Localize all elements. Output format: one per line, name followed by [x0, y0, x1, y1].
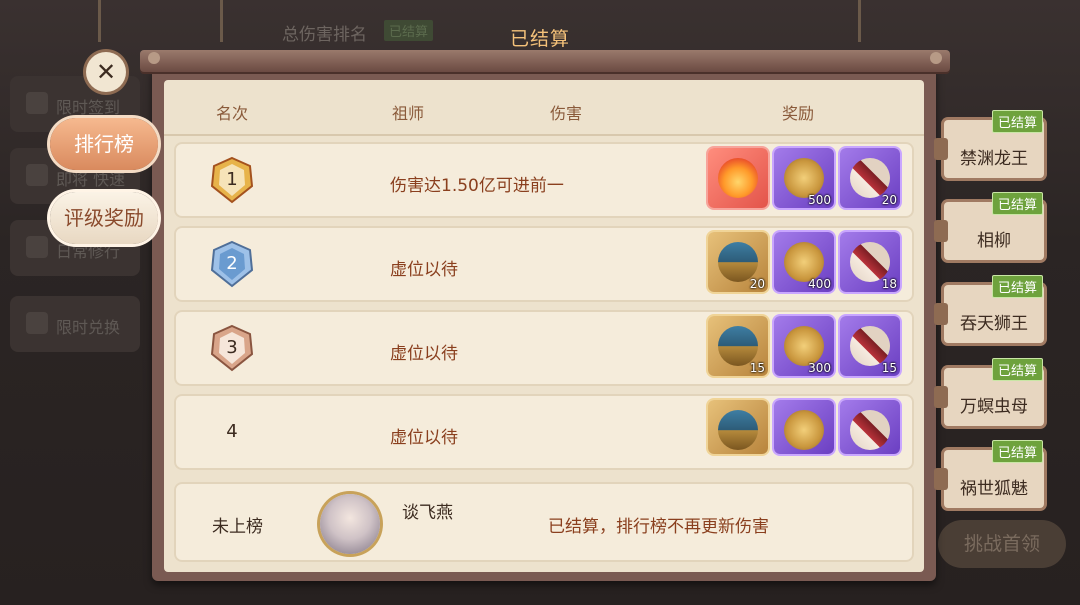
ranking-table: 名次 祖师 伤害 奖励 1 伤害达1.50亿可进前一 500 20 2 虚位以待…: [164, 80, 924, 572]
chest-icon: [718, 326, 758, 366]
boss-tab[interactable]: 已结算相柳: [934, 192, 1044, 260]
rope-decoration: [220, 0, 223, 42]
rope-decoration: [858, 0, 861, 42]
table-row: 2 虚位以待 20 400 18: [174, 226, 914, 302]
my-rank-row: 未上榜 谈飞燕 已结算，排行榜不再更新伤害: [174, 482, 914, 562]
settled-badge: 已结算: [992, 192, 1044, 215]
boss-name: 吞天狮王: [960, 314, 1028, 334]
boss-name: 祸世狐魅: [960, 479, 1028, 499]
reward-item[interactable]: 20: [708, 232, 768, 292]
my-rank: 未上榜: [212, 517, 263, 537]
reward-item[interactable]: 400: [774, 232, 834, 292]
token-icon: [784, 326, 824, 366]
settled-note: 已结算，排行榜不再更新伤害: [548, 517, 769, 537]
reward-item[interactable]: 500: [774, 148, 834, 208]
rank-medal-gold: 1: [204, 152, 260, 208]
table-row: 1 伤害达1.50亿可进前一 500 20: [174, 142, 914, 218]
bg-title: 总伤害排名: [282, 25, 367, 45]
bg-menu-item: 限时兑换: [10, 296, 140, 352]
table-row: 4 虚位以待: [174, 394, 914, 470]
rope-decoration: [98, 0, 101, 42]
row-damage-desc: 虚位以待: [390, 428, 458, 448]
header-damage: 伤害: [550, 104, 583, 123]
bg-title-badge: 已结算: [384, 20, 434, 41]
bg-menu-icon: [26, 236, 48, 258]
reward-item[interactable]: [840, 400, 900, 454]
reward-item[interactable]: 15: [708, 316, 768, 376]
chest-icon: [718, 410, 758, 450]
rank-number: 3: [226, 337, 238, 358]
token-icon: [784, 158, 824, 198]
bg-menu-icon: [26, 92, 48, 114]
boss-tab[interactable]: 已结算祸世狐魅: [934, 440, 1044, 508]
rank-medal-bronze: 3: [204, 320, 260, 376]
reward-item[interactable]: [708, 148, 768, 208]
rank-number: 4: [226, 421, 238, 442]
rank-number: 1: [226, 169, 238, 190]
flame-icon: [718, 158, 758, 198]
scroll-icon: [850, 158, 890, 198]
bg-menu-icon: [26, 164, 48, 186]
row-damage-desc: 虚位以待: [390, 260, 458, 280]
header-master: 祖师: [392, 104, 425, 123]
tab-rating-rewards[interactable]: 评级奖励: [50, 192, 158, 244]
reward-item[interactable]: [774, 400, 834, 454]
reward-item[interactable]: 15: [840, 316, 900, 376]
scroll-icon: [850, 326, 890, 366]
row-damage-desc: 虚位以待: [390, 344, 458, 364]
close-button[interactable]: ✕: [86, 52, 126, 92]
chest-icon: [718, 242, 758, 282]
reward-item[interactable]: 300: [774, 316, 834, 376]
boss-tab[interactable]: 已结算万螟虫母: [934, 358, 1044, 426]
boss-name: 万螟虫母: [960, 397, 1028, 417]
row-damage-desc: 伤害达1.50亿可进前一: [390, 176, 564, 196]
rank-medal-silver: 2: [204, 236, 260, 292]
tab-ranking[interactable]: 排行榜: [50, 118, 158, 170]
token-icon: [784, 410, 824, 450]
rank-plain: 4: [204, 404, 260, 460]
token-icon: [784, 242, 824, 282]
table-row: 3 虚位以待 15 300 15: [174, 310, 914, 386]
header-rank: 名次: [216, 104, 249, 123]
header-reward: 奖励: [782, 104, 815, 123]
scroll-icon: [850, 410, 890, 450]
table-header: 名次 祖师 伤害 奖励: [164, 80, 924, 136]
reward-item[interactable]: 20: [840, 148, 900, 208]
settled-badge: 已结算: [992, 110, 1044, 133]
panel-title: 已结算: [509, 28, 570, 50]
boss-tab[interactable]: 已结算吞天狮王: [934, 275, 1044, 343]
avatar[interactable]: [320, 494, 380, 554]
boss-name: 相柳: [977, 231, 1011, 251]
rank-number: 2: [226, 253, 238, 274]
boss-tab[interactable]: 已结算禁渊龙王: [934, 110, 1044, 178]
scroll-icon: [850, 242, 890, 282]
my-name: 谈飞燕: [402, 503, 453, 523]
settled-badge: 已结算: [992, 440, 1044, 463]
settled-badge: 已结算: [992, 275, 1044, 298]
challenge-boss-button: 挑战首领: [938, 520, 1066, 568]
boss-name: 禁渊龙王: [960, 149, 1028, 169]
settled-badge: 已结算: [992, 358, 1044, 381]
reward-item[interactable]: 18: [840, 232, 900, 292]
reward-item[interactable]: [708, 400, 768, 454]
bg-menu-icon: [26, 312, 48, 334]
